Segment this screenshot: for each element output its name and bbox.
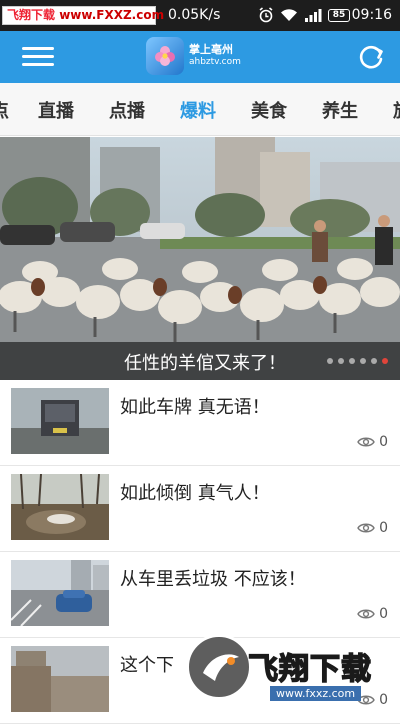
logo-url: ahbztv.com (189, 57, 241, 67)
status-icons: 85 (258, 5, 350, 25)
signal-icon (305, 9, 322, 22)
clock: 09:16 (351, 7, 392, 23)
menu-icon[interactable] (22, 44, 54, 70)
tab-food[interactable]: 美食 (251, 97, 287, 123)
flower-logo-icon (146, 37, 184, 75)
list-item[interactable]: 如此倾倒 真气人！ 0 (0, 466, 400, 552)
view-count: 0 (357, 606, 388, 622)
app-logo: 掌上亳州 ahbztv.com (146, 37, 241, 75)
watermark-badge: 飞翔下载 www.FXXZ.com (2, 6, 164, 25)
carousel-dot[interactable] (360, 358, 366, 364)
banner-title: 任性的羊倌又来了！ (124, 353, 286, 374)
tab-partial-right[interactable]: 旅 (393, 97, 400, 123)
view-count: 0 (357, 434, 388, 450)
thumbnail (11, 388, 109, 454)
thumbnail (11, 646, 109, 712)
tab-health[interactable]: 养生 (322, 97, 358, 123)
tab-tips[interactable]: 爆料 (180, 97, 216, 123)
list-item[interactable]: 从车里丢垃圾 不应该！ 0 (0, 552, 400, 638)
eye-icon (357, 609, 375, 619)
wifi-icon (281, 9, 297, 21)
tab-partial-left[interactable]: 点 (0, 97, 9, 123)
battery-icon: 85 (328, 8, 350, 22)
eye-icon (357, 437, 375, 447)
view-count-value: 0 (379, 434, 388, 450)
watermark-overlay: 飞翔下载 www.fxxz.com (186, 628, 400, 712)
watermark-logo-icon (186, 634, 252, 700)
tab-vod[interactable]: 点播 (109, 97, 145, 123)
news-title: 从车里丢垃圾 不应该！ (120, 569, 306, 590)
carousel-dot[interactable] (327, 358, 333, 364)
list-item[interactable]: 如此车牌 真无语！ 0 (0, 380, 400, 466)
carousel-dot-active[interactable] (382, 358, 388, 364)
alarm-icon (259, 7, 273, 23)
view-count: 0 (357, 520, 388, 536)
news-title: 这个下 (120, 655, 174, 676)
view-count-value: 0 (379, 606, 388, 622)
category-tabs: 点 直播 点播 爆料 美食 养生 旅 (0, 83, 400, 136)
watermark-brand: 飞翔下载 (247, 651, 372, 688)
carousel-indicator (327, 358, 388, 364)
refresh-icon[interactable] (356, 42, 386, 72)
thumbnail (11, 560, 109, 626)
thumbnail (11, 474, 109, 540)
status-bar: 飞翔下载 www.FXXZ.com 0.05K/s 85 09:16 (0, 0, 400, 31)
news-title: 如此倾倒 真气人！ (120, 483, 270, 504)
network-speed: 0.05K/s (168, 7, 221, 23)
view-count-value: 0 (379, 520, 388, 536)
watermark-badge-url: www.FXXZ.com (59, 8, 165, 22)
logo-title: 掌上亳州 (189, 43, 233, 56)
banner-caption: 任性的羊倌又来了！ (0, 342, 400, 380)
watermark-badge-name: 飞翔下载 (7, 8, 56, 22)
news-title: 如此车牌 真无语！ (120, 397, 270, 418)
carousel-dot[interactable] (349, 358, 355, 364)
app-bar: 掌上亳州 ahbztv.com (0, 31, 400, 83)
watermark-url: www.fxxz.com (270, 686, 362, 701)
tab-live[interactable]: 直播 (38, 97, 74, 123)
eye-icon (357, 523, 375, 533)
carousel-dot[interactable] (338, 358, 344, 364)
carousel-dot[interactable] (371, 358, 377, 364)
banner-carousel[interactable]: 任性的羊倌又来了！ (0, 137, 400, 380)
